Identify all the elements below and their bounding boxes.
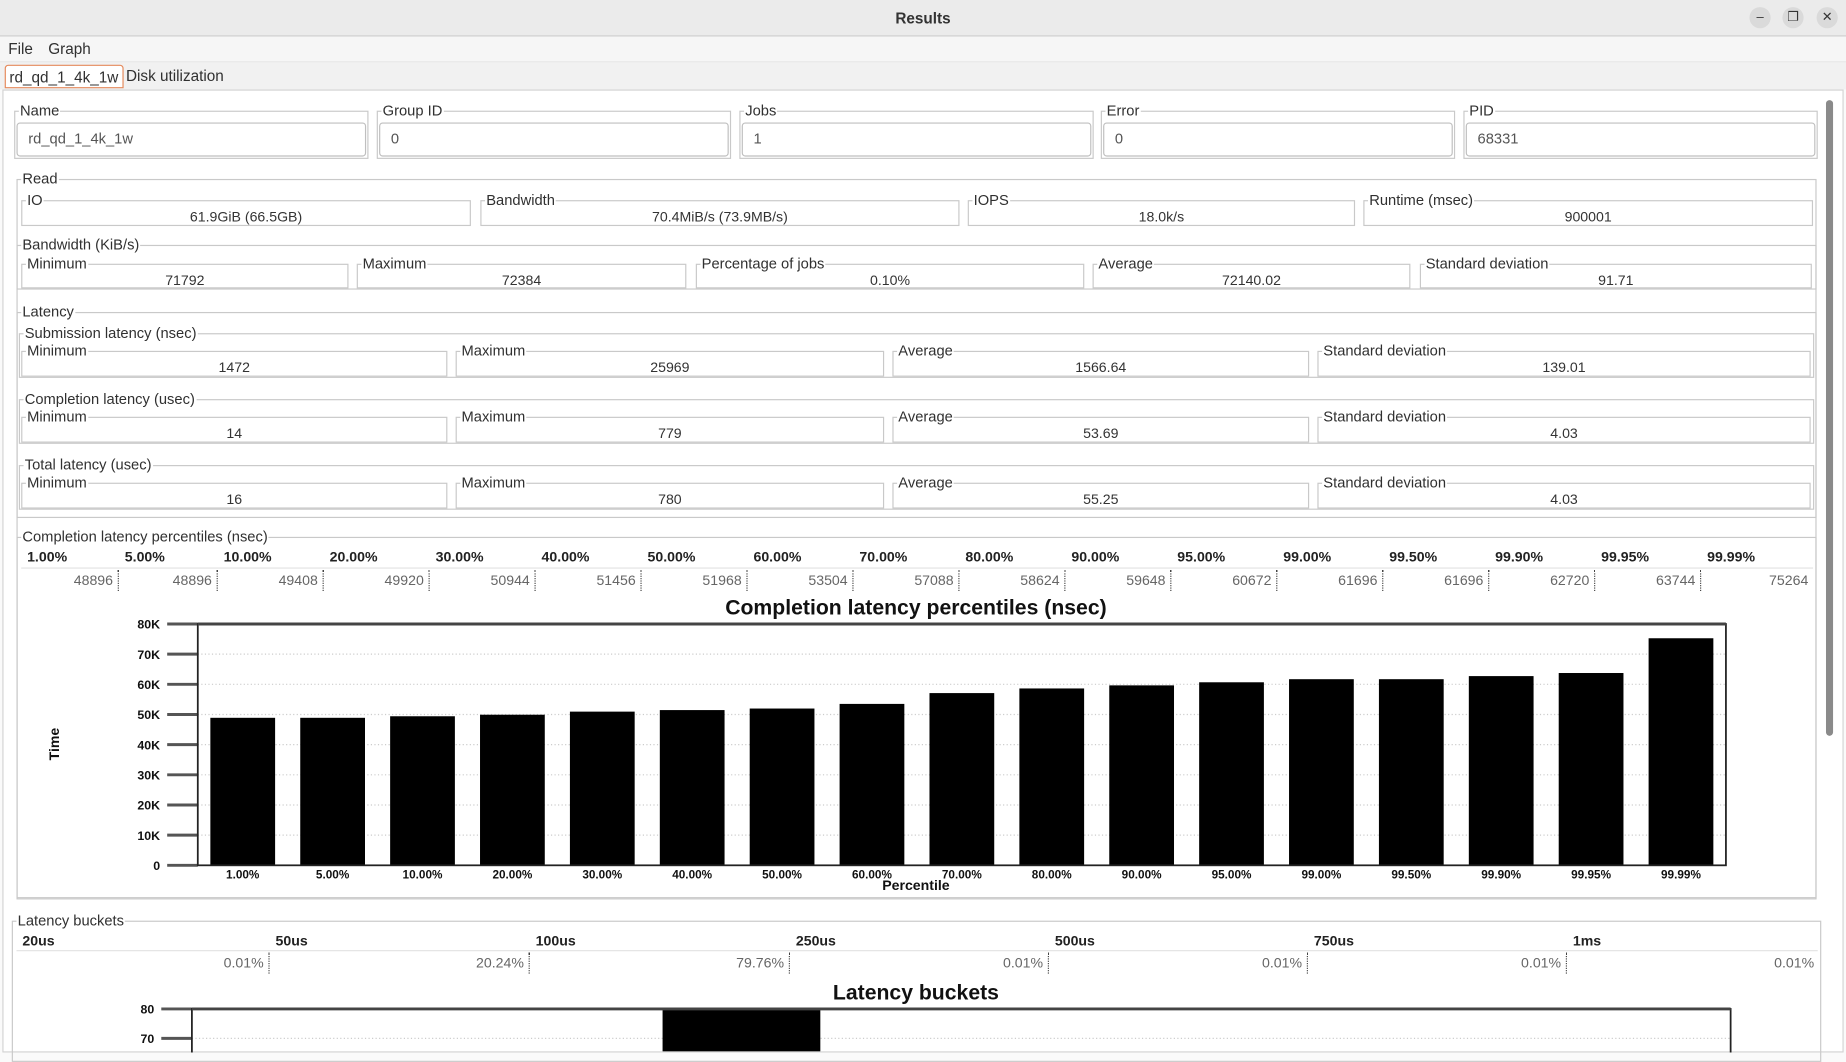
y-tick-label: 70K: [137, 648, 160, 662]
x-tick-label: 40.00%: [672, 868, 712, 881]
charts-canvas: Completion latency percentiles (nsec) 0 10…: [0, 0, 1846, 1053]
bar: [1649, 638, 1714, 865]
bar: [663, 1010, 821, 1052]
x-tick-label: 20.00%: [492, 868, 532, 881]
y-tick-label: 80K: [137, 618, 160, 632]
bar: [1469, 676, 1534, 865]
y-tick-label: 10K: [137, 829, 160, 843]
x-tick-label: 99.99%: [1661, 868, 1701, 881]
bar: [1379, 679, 1444, 865]
x-tick-label: 1.00%: [226, 868, 260, 881]
y-tick-label: 60K: [137, 678, 160, 692]
y-tick-label: 40K: [137, 738, 160, 752]
x-tick-label: 5.00%: [316, 868, 350, 881]
bar: [1289, 679, 1354, 865]
bar: [1109, 685, 1174, 865]
bar: [390, 716, 455, 865]
y-tick-label: 20K: [137, 799, 160, 813]
x-tick-label: 10.00%: [403, 868, 443, 881]
bar: [210, 718, 275, 866]
bar: [660, 710, 725, 865]
chart-title: Latency buckets: [833, 982, 999, 1005]
x-tick-label: 95.00%: [1212, 868, 1252, 881]
plot-frame: [192, 1009, 1731, 1053]
bar: [1199, 682, 1264, 865]
results-window: Results – ❐ ✕ File Graph rd_qd_1_4k_1w D…: [0, 0, 1846, 1053]
x-tick-label: 50.00%: [762, 868, 802, 881]
y-tick-label: 70: [140, 1032, 154, 1046]
bar: [1559, 673, 1624, 865]
x-tick-label: 99.50%: [1391, 868, 1431, 881]
bar: [480, 715, 545, 866]
bar: [570, 712, 635, 866]
x-tick-label: 99.95%: [1571, 868, 1611, 881]
y-tick-label: 30K: [137, 769, 160, 783]
chart-1: Latency buckets 80 70: [140, 982, 1730, 1053]
y-tick-label: 0: [153, 859, 160, 873]
y-tick-label: 80: [140, 1003, 154, 1017]
y-axis-label: Time: [46, 728, 62, 761]
chart-title: Completion latency percentiles (nsec): [725, 597, 1106, 620]
bar: [840, 704, 905, 865]
bar: [300, 718, 365, 866]
bar: [1019, 688, 1084, 865]
y-tick-label: 50K: [137, 708, 160, 722]
x-axis-label: Percentile: [882, 877, 950, 893]
x-tick-label: 90.00%: [1122, 868, 1162, 881]
x-tick-label: 30.00%: [582, 868, 622, 881]
chart-0: Completion latency percentiles (nsec) 0 10…: [46, 597, 1726, 893]
bar: [750, 709, 815, 866]
x-tick-label: 99.90%: [1481, 868, 1521, 881]
bar: [929, 693, 994, 865]
x-tick-label: 99.00%: [1301, 868, 1341, 881]
x-tick-label: 80.00%: [1032, 868, 1072, 881]
